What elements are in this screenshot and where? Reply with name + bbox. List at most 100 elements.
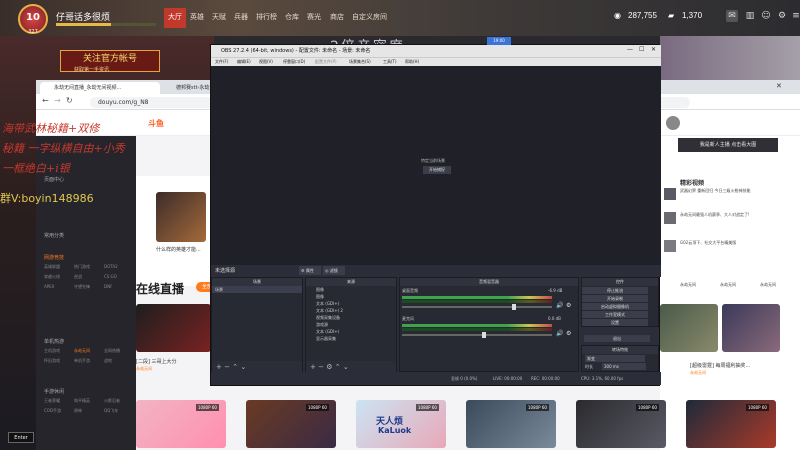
volume-slider-knob[interactable] (511, 304, 516, 310)
up-icon[interactable]: ⌃ (232, 363, 238, 371)
tab-storage[interactable]: 仓库 (285, 12, 299, 22)
start-capture-button[interactable]: 开始捕捉 (423, 166, 451, 174)
filters-button[interactable]: ◎ 滤镜 (323, 266, 345, 275)
start-recording-button[interactable]: 开始录制 (582, 295, 648, 302)
tab-leaderboard[interactable]: 排行榜 (256, 12, 277, 22)
close-icon[interactable]: ✕ (651, 46, 656, 53)
source-item[interactable]: 图像 (306, 293, 396, 300)
menu-file[interactable]: 文件(F) (215, 59, 228, 65)
tab-heroes[interactable]: 英雄 (190, 12, 204, 22)
sidebar-section-single[interactable]: 单机热游 (44, 338, 64, 345)
stream-thumbnail[interactable] (136, 304, 211, 352)
stream-category[interactable]: 永劫无间 (136, 366, 152, 372)
menu-tools[interactable]: 工具(T) (383, 59, 397, 65)
tab-custom-room[interactable]: 自定义房间 (352, 12, 387, 22)
tab-talent[interactable]: 天赋 (212, 12, 226, 22)
menu-scene-collection[interactable]: 场景集合(S) (349, 59, 371, 65)
sidebar-item[interactable]: 热门游戏 (74, 264, 104, 270)
reload-icon[interactable]: ↻ (66, 96, 73, 105)
mail-icon[interactable]: ✉ (726, 10, 738, 22)
sidebar-item[interactable]: CS:GO (104, 274, 134, 280)
sidebar-item[interactable]: 战地 (104, 358, 134, 364)
sidebar-item[interactable]: 穿越火线 (44, 274, 74, 280)
sidebar-item[interactable]: 怀旧游戏 (44, 358, 74, 364)
gear-icon[interactable]: ⚙ (566, 302, 571, 309)
recommended-item[interactable]: 永劫无间最强人机赛季、大人对战定了! (680, 212, 750, 218)
speaker-icon[interactable]: 🔊 (556, 302, 563, 309)
sidebar-section-mobile[interactable]: 手游休闲 (44, 388, 64, 395)
exit-button[interactable]: 退出 (584, 335, 650, 342)
sidebar-item[interactable]: 主机游戏 (44, 348, 74, 354)
sidebar-center[interactable]: 页面中心 (44, 176, 64, 183)
douyu-logo[interactable]: 斗鱼 (148, 118, 164, 129)
volume-slider[interactable] (402, 334, 552, 336)
menu-docks[interactable]: 停靠窗口(D) (283, 59, 305, 65)
sidebar-item[interactable]: DOTA2 (104, 264, 134, 270)
source-item[interactable]: 游戏源 (306, 321, 396, 328)
down-icon[interactable]: ⌄ (343, 363, 349, 371)
add-icon[interactable]: + (216, 363, 222, 371)
tab-weapons[interactable]: 兵器 (234, 12, 248, 22)
menu-edit[interactable]: 编辑(E) (237, 59, 251, 65)
sidebar-item[interactable]: 全网热播 (104, 348, 134, 354)
anchor-banner[interactable]: 我是新人主播 点击看大图 (678, 138, 778, 152)
recommended-thumbnail[interactable] (664, 188, 676, 200)
sidebar-item[interactable]: COD手游 (44, 408, 74, 414)
volume-slider-knob[interactable] (482, 332, 487, 338)
source-item[interactable]: 文本 (GDI+) (306, 300, 396, 307)
studio-mode-button[interactable]: 工作室模式 (582, 311, 648, 318)
settings-button[interactable]: 设置 (582, 319, 648, 326)
avatar[interactable] (666, 116, 680, 130)
start-virtual-camera-button[interactable]: 启动虚拟摄像机 (582, 303, 648, 310)
source-item[interactable]: 视频采集设备 (306, 314, 396, 321)
stream-thumbnail[interactable] (722, 304, 780, 352)
sidebar-section-online[interactable]: 网游竞技 (44, 254, 64, 261)
stream-title[interactable]: [超级雷霆] 每周福利抽奖... (690, 362, 750, 369)
properties-button[interactable]: ⚙ 属性 (299, 266, 321, 275)
sidebar-item[interactable]: 和平精英 (74, 398, 104, 404)
sidebar-item[interactable]: 逆战 (74, 274, 104, 280)
friends-icon[interactable]: ☺ (760, 10, 772, 22)
forward-icon[interactable]: → (54, 96, 61, 105)
menu-icon[interactable]: ≡ (790, 10, 800, 22)
sidebar-item[interactable]: 英雄联盟 (44, 264, 74, 270)
recommended-thumbnail[interactable] (664, 212, 676, 224)
back-icon[interactable]: ← (42, 96, 49, 105)
source-item[interactable]: 文本 (GDI+) 2 (306, 307, 396, 314)
sidebar-item[interactable]: 守望先锋 (74, 284, 104, 290)
sidebar-item[interactable]: DNF (104, 284, 134, 290)
feature-caption[interactable]: 什么样的英雄才能... (156, 246, 201, 253)
recommended-thumbnail[interactable] (664, 240, 676, 252)
source-item[interactable]: 文本 (GDI+) (306, 328, 396, 335)
tab-shop[interactable]: 商店 (330, 12, 344, 22)
recommended-item[interactable]: 武器幻界 重新回归 今日三级火枪神技能 (680, 188, 751, 194)
recommended-item[interactable]: G02云顶下、社交大平台精美版 (680, 240, 736, 246)
sidebar-item[interactable]: 火影忍者 (104, 398, 134, 404)
sidebar-item[interactable]: 原神 (74, 408, 104, 414)
sidebar-item[interactable]: 永劫无间 (74, 348, 104, 354)
sidebar-item[interactable]: APEX (44, 284, 74, 290)
maximize-icon[interactable]: ☐ (639, 46, 644, 53)
source-item[interactable]: 显示器采集 (306, 335, 396, 342)
tab-glory[interactable]: 赛光 (307, 12, 321, 22)
minimize-icon[interactable]: — (627, 46, 633, 53)
down-icon[interactable]: ⌄ (240, 363, 246, 371)
feature-image[interactable] (156, 192, 206, 242)
stream-category[interactable]: 永劫无间 (690, 370, 706, 376)
close-icon[interactable]: ✕ (776, 82, 782, 90)
sidebar-item[interactable]: QQ飞车 (104, 408, 134, 414)
volume-slider[interactable] (402, 306, 552, 308)
scene-item[interactable]: 场景 (212, 286, 302, 293)
transition-select[interactable]: 渐变 (585, 355, 645, 362)
settings-icon[interactable]: ⚙ (326, 363, 332, 371)
remove-icon[interactable]: − (318, 363, 324, 371)
settings-icon[interactable]: ⚙ (776, 10, 788, 22)
tab-hall[interactable]: 大厅 (164, 8, 186, 28)
duration-input[interactable]: 300 ms (602, 363, 646, 370)
speaker-icon[interactable]: 🔊 (556, 330, 563, 337)
menu-help[interactable]: 帮助(H) (405, 59, 419, 65)
up-icon[interactable]: ⌃ (335, 363, 341, 371)
sidebar-item[interactable]: 单机手游 (74, 358, 104, 364)
add-icon[interactable]: + (310, 363, 316, 371)
stream-thumbnail[interactable] (660, 304, 718, 352)
